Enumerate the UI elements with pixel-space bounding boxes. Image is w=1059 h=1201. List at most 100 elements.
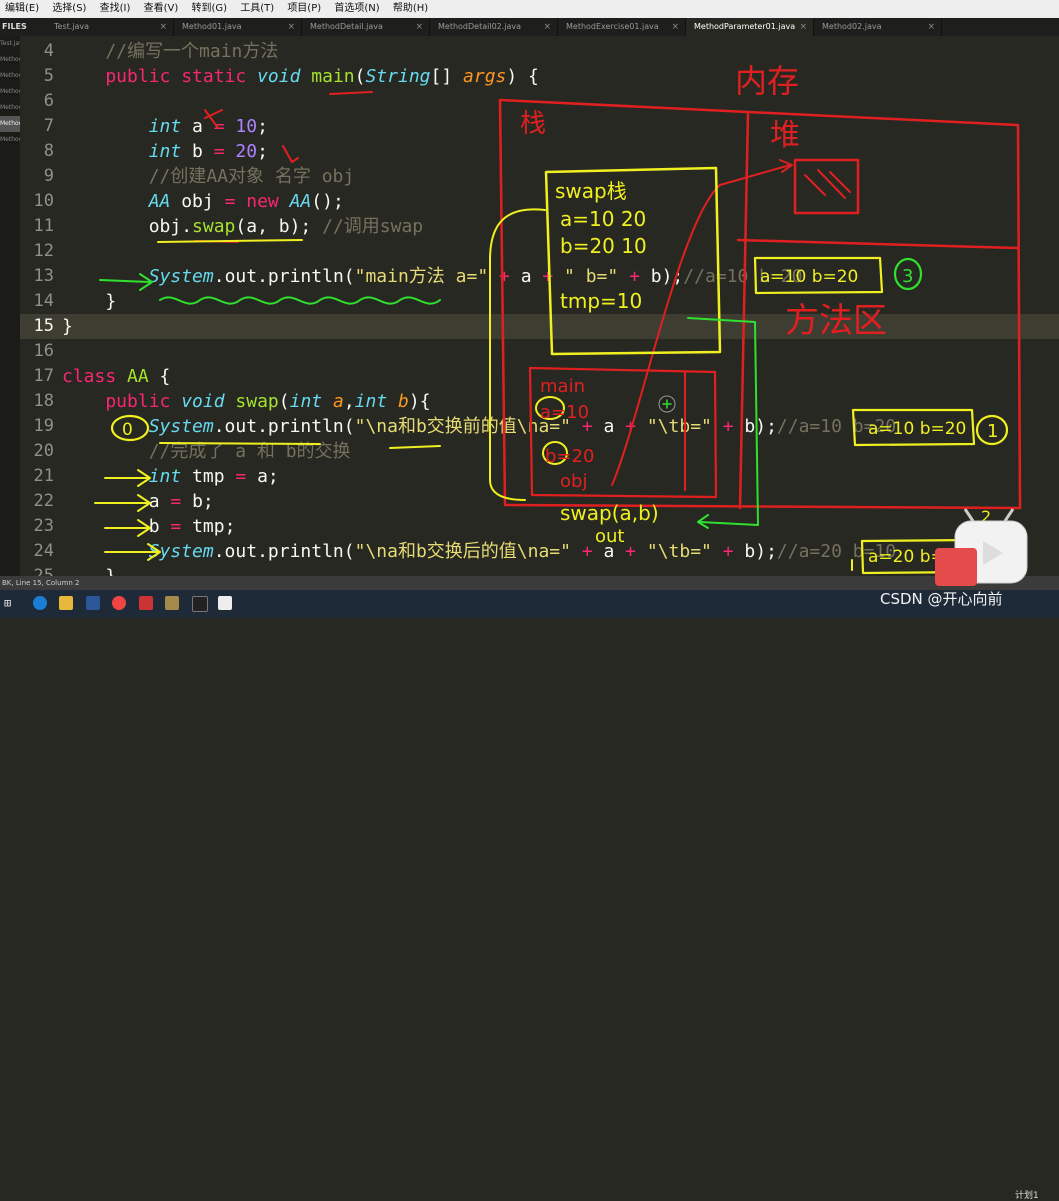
menu-project[interactable]: 项目(P) [282,0,326,18]
menu-tools[interactable]: 工具(T) [235,0,279,18]
code-token: tmp; [192,516,236,537]
menu-edit[interactable]: 编辑(E) [0,0,44,18]
heap-methodarea-divider [736,238,1020,250]
code-token: + [488,266,521,287]
app-icon[interactable] [165,596,179,610]
sidebar-item-file[interactable]: Method [0,68,20,84]
code-line[interactable]: //创建AA对象 名字 obj [62,164,355,189]
menu-select[interactable]: 选择(S) [47,0,91,18]
code-line[interactable]: } [62,314,73,339]
code-token: } [62,316,73,337]
xmind-icon[interactable] [139,596,153,610]
code-token: b [192,141,214,162]
code-token: = new [224,191,290,212]
code-token: AA [127,366,160,387]
sidebar-item-file-selected[interactable]: Method [0,116,20,132]
close-icon[interactable]: × [287,18,295,36]
menu-bar: 编辑(E) 选择(S) 查找(I) 查看(V) 转到(G) 工具(T) 项目(P… [0,0,1059,18]
code-line[interactable]: public void swap(int a,int b){ [62,389,430,414]
code-token: (); [311,191,344,212]
line-number: 22 [33,491,54,511]
menu-preferences[interactable]: 首选项(N) [329,0,384,18]
tab-method01-java[interactable]: Method01.java × [174,18,302,36]
folder-icon[interactable] [59,596,73,610]
code-token: a [192,116,214,137]
editor-app-icon[interactable] [218,596,232,610]
line-number: 7 [43,116,54,136]
underline-obj [194,240,239,243]
tab-methoddetail02-java[interactable]: MethodDetail02.java × [430,18,558,36]
code-token: (a, b); [235,216,323,237]
sidebar-item-file[interactable]: Method [0,132,20,148]
code-line[interactable]: System.out.println("main方法 a=" + a + " b… [62,264,803,289]
sidebar-item-file[interactable]: Test.java [0,36,20,52]
terminal-icon[interactable] [192,596,208,612]
code-line[interactable]: int b = 20; [62,139,268,164]
code-token: AA [62,191,182,212]
sidebar-header: FILES [2,22,27,31]
close-icon[interactable]: × [927,18,935,36]
circle-3-label: 3 [902,266,913,287]
code-token: a [520,266,532,287]
swap-brace [489,208,546,501]
label-stack: 栈 [520,109,546,139]
menu-goto[interactable]: 转到(G) [186,0,232,18]
code-token: println( [267,266,355,287]
underline-main [329,91,373,95]
code-line[interactable]: class AA { [62,364,170,389]
close-icon[interactable]: × [671,18,679,36]
tab-method02-java[interactable]: Method02.java × [814,18,942,36]
sidebar-item-file[interactable]: Method [0,100,20,116]
line-number: 12 [33,241,54,261]
code-line[interactable]: b = tmp; [62,514,236,539]
code-line[interactable]: } [62,289,116,314]
line-number: 19 [33,416,54,436]
sidebar-item-file[interactable]: Method [0,84,20,100]
menu-find[interactable]: 查找(I) [95,0,136,18]
line-number: 20 [33,441,54,461]
code-line[interactable]: System.out.println("\na和b交换后的值\na=" + a … [62,539,896,564]
code-line[interactable]: //编写一个main方法 [62,39,278,64]
code-token: public static [62,66,258,87]
tab-methodparameter01-java[interactable]: MethodParameter01.java × [686,18,814,36]
code-token: "\tb=" [646,416,712,437]
tab-methoddetail-java[interactable]: MethodDetail.java × [302,18,430,36]
code-token: //a=10 b=20 [776,416,897,437]
code-line[interactable]: obj.swap(a, b); //调用swap [62,214,423,239]
tab-test-java[interactable]: Test.java × [46,18,174,36]
tab-methodexercise01-java[interactable]: MethodExercise01.java × [558,18,686,36]
line-number: 17 [33,366,54,386]
menu-help[interactable]: 帮助(H) [388,0,433,18]
code-token: ; [257,116,268,137]
tab-label: Method02.java [822,22,882,31]
code-line[interactable]: //完成了 a 和 b的交换 [62,439,351,464]
tab-bar: FILES Test.java × Method01.java × MethodDe… [0,18,1059,36]
code-line[interactable]: System.out.println("\na和b交换前的值\na=" + a … [62,414,896,439]
code-token: 10 [235,116,258,137]
line-number: 16 [33,341,54,361]
sidebar-item-file[interactable]: Method [0,52,20,68]
code-token: b [398,391,409,412]
code-line[interactable]: int tmp = a; [62,464,279,489]
main-frame-obj: obj [560,471,587,492]
edge-icon[interactable] [33,596,47,610]
code-line[interactable]: AA obj = new AA(); [62,189,344,214]
menu-view[interactable]: 查看(V) [139,0,184,18]
code-line[interactable]: public static void main(String[] args) { [62,64,539,89]
code-line[interactable]: a = b; [62,489,214,514]
close-icon[interactable]: × [415,18,423,36]
chrome-icon[interactable] [112,596,126,610]
close-icon[interactable]: × [159,18,167,36]
close-icon[interactable]: × [799,18,807,36]
code-token: public [62,391,182,412]
close-icon[interactable]: × [543,18,551,36]
taskbar-clock: 计划1 [1015,1191,1039,1201]
line-number: 13 [33,266,54,286]
code-line[interactable]: int a = 10; [62,114,268,139]
line-number: 11 [33,216,54,236]
code-token: String [365,66,431,87]
task-view-icon[interactable]: ⊞ [4,596,18,610]
code-token: , [343,391,355,412]
code-token: . [213,266,225,287]
word-icon[interactable] [86,596,100,610]
